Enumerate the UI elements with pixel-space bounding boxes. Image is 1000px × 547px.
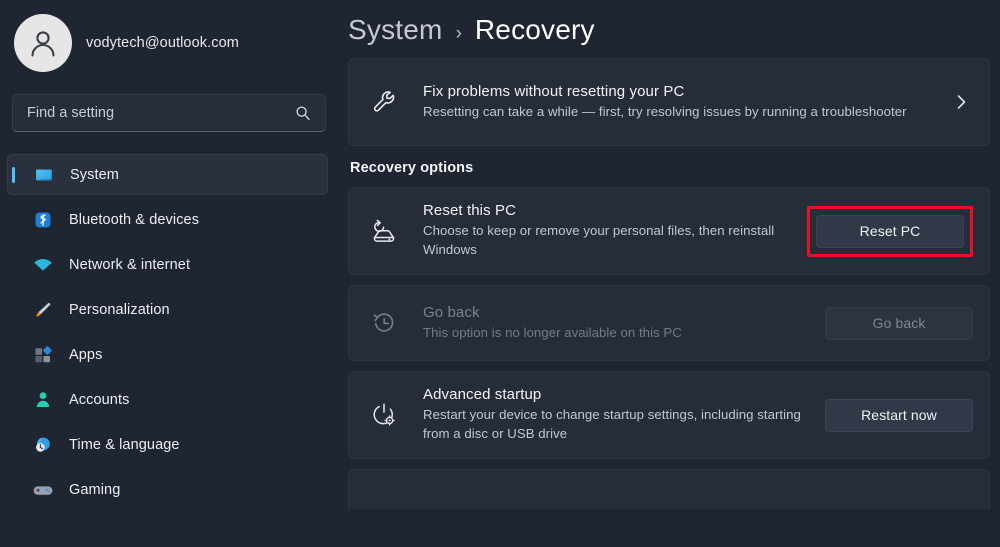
sidebar-item-bluetooth-devices[interactable]: Bluetooth & devices — [7, 199, 328, 240]
sidebar-item-time-language[interactable]: Time & language — [7, 424, 328, 465]
go-back-text: Go back This option is no longer availab… — [423, 304, 825, 343]
sidebar-item-label: Bluetooth & devices — [69, 211, 200, 228]
sidebar-item-system[interactable]: System — [7, 154, 328, 195]
reset-this-pc-desc: Choose to keep or remove your personal f… — [423, 223, 775, 257]
reset-pc-highlight-annotation: Reset PC — [807, 205, 973, 257]
avatar — [14, 14, 72, 72]
go-back-desc: This option is no longer available on th… — [423, 324, 682, 340]
fix-problems-text: Fix problems without resetting your PC R… — [423, 83, 949, 122]
breadcrumb: System › Recovery — [340, 0, 1000, 58]
wifi-icon — [32, 254, 54, 276]
advanced-startup-text: Advanced startup Restart your device to … — [423, 386, 825, 443]
advanced-startup-desc: Restart your device to change startup se… — [423, 407, 801, 441]
sidebar: vodytech@outlook.com Find a setting Syst… — [0, 0, 340, 547]
reset-pc-button[interactable]: Reset PC — [816, 214, 964, 248]
next-card-partial[interactable] — [348, 469, 990, 509]
sidebar-item-apps[interactable]: Apps — [7, 334, 328, 375]
fix-problems-title: Fix problems without resetting your PC — [423, 82, 685, 100]
apps-icon — [32, 344, 54, 366]
sidebar-item-gaming[interactable]: Gaming — [7, 469, 328, 510]
history-clock-icon — [367, 308, 401, 338]
paintbrush-icon — [32, 299, 54, 321]
fix-problems-desc: Resetting can take a while — first, try … — [423, 103, 907, 119]
advanced-startup-card: Advanced startup Restart your device to … — [348, 371, 990, 459]
main-content: System › Recovery Fix problems without r… — [340, 0, 1000, 547]
go-back-card: Go back This option is no longer availab… — [348, 285, 990, 361]
fix-problems-card[interactable]: Fix problems without resetting your PC R… — [348, 58, 990, 146]
account-email: vodytech@outlook.com — [86, 35, 239, 51]
sidebar-item-label: Network & internet — [69, 256, 191, 273]
content-area: Fix problems without resetting your PC R… — [340, 58, 1000, 509]
reset-pc-icon — [367, 216, 401, 246]
search-input[interactable] — [27, 105, 295, 121]
power-gear-icon — [367, 400, 401, 430]
reset-this-pc-card: Reset this PC Choose to keep or remove y… — [348, 187, 990, 275]
sidebar-item-network-internet[interactable]: Network & internet — [7, 244, 328, 285]
sidebar-nav: System Bluetooth & devices Network & int… — [0, 154, 340, 510]
reset-this-pc-text: Reset this PC Choose to keep or remove y… — [423, 202, 807, 259]
account-section[interactable]: vodytech@outlook.com — [0, 0, 340, 72]
person-avatar-icon — [31, 31, 55, 57]
breadcrumb-parent[interactable]: System — [348, 14, 443, 46]
monitor-icon — [33, 164, 55, 186]
chevron-right-icon[interactable] — [949, 93, 973, 111]
search-box[interactable] — [12, 94, 326, 132]
sidebar-item-label: Personalization — [69, 301, 170, 318]
sidebar-item-accounts[interactable]: Accounts — [7, 379, 328, 420]
sidebar-item-label: Accounts — [69, 391, 130, 408]
restart-now-button[interactable]: Restart now — [825, 398, 973, 432]
page-title: Recovery — [474, 14, 595, 45]
clock-globe-icon — [32, 434, 54, 456]
go-back-button: Go back — [825, 306, 973, 340]
sidebar-item-label: Apps — [69, 346, 103, 363]
bluetooth-icon — [32, 209, 54, 231]
settings-window: vodytech@outlook.com Find a setting Syst… — [0, 0, 1000, 547]
recovery-options-heading: Recovery options — [350, 160, 474, 176]
sidebar-item-personalization[interactable]: Personalization — [7, 289, 328, 330]
wrench-icon — [367, 87, 401, 117]
advanced-startup-title: Advanced startup — [423, 386, 542, 404]
account-icon — [32, 389, 54, 411]
sidebar-item-label: Time & language — [69, 436, 180, 453]
sidebar-item-label: System — [70, 166, 119, 183]
search-icon — [295, 105, 313, 121]
gamepad-icon — [32, 479, 54, 501]
reset-this-pc-title: Reset this PC — [423, 202, 516, 220]
sidebar-item-label: Gaming — [69, 481, 121, 498]
chevron-right-icon: › — [455, 23, 462, 44]
go-back-title: Go back — [423, 303, 480, 321]
